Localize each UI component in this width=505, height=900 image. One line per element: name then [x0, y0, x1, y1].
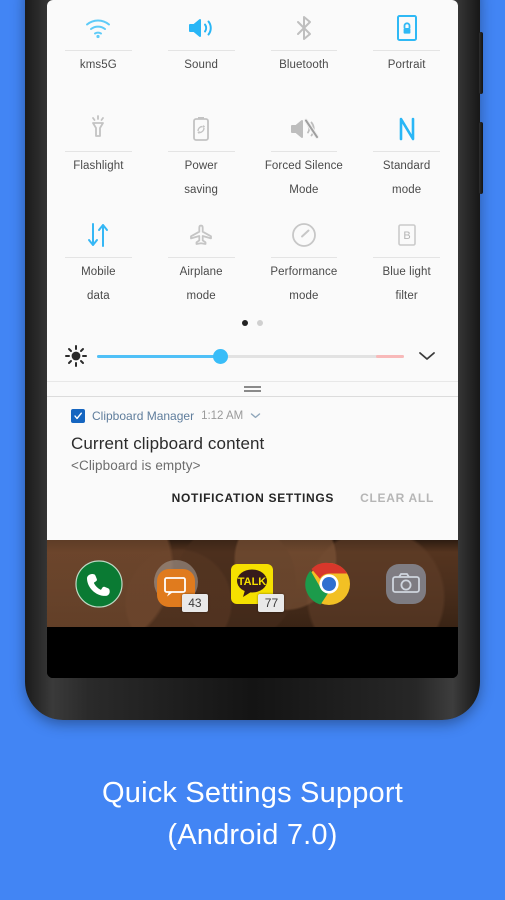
notification-expand-chevron-down-icon[interactable]	[250, 407, 261, 425]
dock-app-chrome[interactable]	[303, 558, 355, 610]
chevron-down-icon[interactable]	[410, 349, 444, 363]
tile-power-saving[interactable]: Power saving	[150, 101, 253, 207]
portrait-lock-icon	[355, 6, 458, 50]
dock-app-kakaotalk[interactable]: TALK 77	[226, 558, 285, 612]
caption: Quick Settings Support (Android 7.0)	[0, 772, 505, 856]
clear-all-button[interactable]: CLEAR ALL	[360, 491, 434, 505]
notification-app-name: Clipboard Manager	[92, 409, 195, 423]
volume-button[interactable]	[479, 32, 483, 94]
airplane-mode-icon	[150, 213, 253, 257]
notification-clipboard-manager[interactable]: Clipboard Manager 1:12 AM Current clipbo…	[47, 397, 458, 473]
notification-body: <Clipboard is empty>	[71, 458, 201, 473]
tile-label-performance-mode-bottom: mode	[289, 290, 319, 302]
quick-settings-tile-grid: kms5G Sound Bluetooth Portrait Flashligh…	[47, 0, 458, 313]
dock-app-row: 43 TALK 77	[47, 540, 458, 627]
tile-bluetooth[interactable]: Bluetooth	[253, 0, 356, 101]
phone-frame: kms5G Sound Bluetooth Portrait Flashligh…	[25, 0, 483, 720]
tile-wifi[interactable]: kms5G	[47, 0, 150, 101]
tile-label-sound: Sound	[184, 59, 218, 71]
clipboard-icon	[71, 409, 85, 423]
phone-screen: kms5G Sound Bluetooth Portrait Flashligh…	[47, 0, 458, 678]
nfc-icon	[355, 107, 458, 151]
notification-settings-button[interactable]: NOTIFICATION SETTINGS	[172, 491, 334, 505]
tile-label-standard-mode-top: Standard	[382, 160, 431, 172]
performance-mode-icon	[253, 213, 356, 257]
slider-thumb[interactable]	[212, 349, 228, 364]
tile-label-wifi: kms5G	[79, 59, 117, 71]
page-indicator	[47, 313, 458, 333]
flashlight-icon	[47, 107, 150, 151]
tile-label-blue-light-filter-bottom: filter	[395, 290, 418, 302]
tile-label-flashlight: Flashlight	[73, 160, 124, 172]
tile-row-2: Flashlight Power saving Forced Silence M…	[47, 101, 458, 207]
tile-label-portrait: Portrait	[387, 59, 426, 71]
sound-icon	[150, 6, 253, 50]
mobile-data-icon	[47, 213, 150, 257]
tile-label-performance-mode-top: Performance	[270, 266, 338, 278]
dock-app-camera[interactable]	[380, 558, 432, 610]
dock-app-phone[interactable]	[73, 558, 125, 610]
tile-blue-light-filter[interactable]: B Blue light filter	[355, 207, 458, 313]
notification-header: Clipboard Manager 1:12 AM	[71, 407, 434, 425]
tile-label-forced-silence-bottom: Mode	[289, 184, 319, 196]
notification-title: Current clipboard content	[71, 434, 265, 453]
tile-portrait[interactable]: Portrait	[355, 0, 458, 101]
caption-line-2: (Android 7.0)	[167, 819, 338, 851]
tile-label-airplane-mode-top: Airplane	[179, 266, 223, 278]
home-screen-dock: 43 TALK 77	[47, 540, 458, 627]
notification-actions: NOTIFICATION SETTINGS CLEAR ALL	[47, 473, 458, 515]
tile-label-standard-mode-bottom: mode	[392, 184, 422, 196]
tile-airplane-mode[interactable]: Airplane mode	[150, 207, 253, 313]
tile-performance-mode[interactable]: Performance mode	[253, 207, 356, 313]
tile-standard-mode[interactable]: Standard mode	[355, 101, 458, 207]
tile-label-power-saving-bottom: saving	[184, 184, 219, 196]
blue-light-filter-icon: B	[355, 213, 458, 257]
tile-label-mobile-data-bottom: data	[86, 290, 110, 302]
tile-sound[interactable]: Sound	[150, 0, 253, 101]
tile-label-blue-light-filter-top: Blue light	[382, 266, 431, 278]
home-screen-blank-area	[47, 627, 458, 678]
tile-flashlight[interactable]: Flashlight	[47, 101, 150, 207]
notification-time: 1:12 AM	[201, 410, 244, 422]
tile-forced-silence[interactable]: Forced Silence Mode	[253, 101, 356, 207]
slider-warm-track	[376, 355, 404, 358]
tile-label-forced-silence-top: Forced Silence	[264, 160, 343, 172]
dock-app-messages[interactable]: 43	[150, 558, 208, 612]
page-dot-1[interactable]	[242, 320, 248, 326]
badge-kakaotalk: 77	[258, 593, 285, 612]
brightness-row	[47, 333, 458, 379]
forced-silence-icon	[253, 107, 356, 151]
badge-messages: 43	[181, 593, 208, 612]
quick-settings-panel: kms5G Sound Bluetooth Portrait Flashligh…	[47, 0, 458, 540]
tile-label-airplane-mode-bottom: mode	[186, 290, 216, 302]
caption-line-1: Quick Settings Support	[102, 777, 403, 809]
svg-text:B: B	[403, 230, 410, 242]
tile-row-1: kms5G Sound Bluetooth Portrait	[47, 0, 458, 101]
brightness-slider[interactable]	[97, 347, 404, 365]
tile-label-mobile-data-top: Mobile	[81, 266, 116, 278]
tile-label-power-saving-top: Power	[184, 160, 218, 172]
wifi-icon	[47, 6, 150, 50]
bluetooth-icon	[253, 6, 356, 50]
slider-fill	[97, 355, 220, 358]
tile-mobile-data[interactable]: Mobile data	[47, 207, 150, 313]
power-button[interactable]	[479, 122, 483, 194]
panel-drag-handle[interactable]	[47, 382, 458, 396]
kakaotalk-glyph: TALK	[238, 576, 267, 588]
power-saving-icon	[150, 107, 253, 151]
tile-row-3: Mobile data Airplane mode Performance mo…	[47, 207, 458, 313]
brightness-icon	[61, 345, 91, 367]
tile-label-bluetooth: Bluetooth	[279, 59, 329, 71]
page-dot-2[interactable]	[257, 320, 263, 326]
